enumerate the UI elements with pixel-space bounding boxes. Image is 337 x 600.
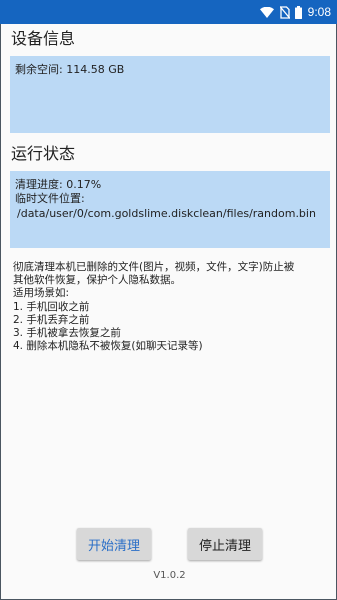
description-line: 彻底清理本机已删除的文件(图片，视频，文件，文字)防止被 xyxy=(13,261,295,273)
stop-clean-button[interactable]: 停止清理 xyxy=(188,528,262,560)
temp-file-path: /data/user/0/com.goldslime.diskclean/fil… xyxy=(17,207,316,220)
run-status-box: 清理进度: 0.17% 临时文件位置: /data/user/0/com.gol… xyxy=(10,171,330,248)
description-line: 2. 手机丢弃之前 xyxy=(13,313,90,326)
progress-text: 清理进度: 0.17% xyxy=(15,178,102,191)
description-text: 彻底清理本机已删除的文件(图片，视频，文件，文字)防止被 其他软件恢复，保护个人… xyxy=(13,261,327,353)
temp-file-label: 临时文件位置: xyxy=(15,191,85,205)
run-status-title: 运行状态 xyxy=(11,144,76,163)
device-info-title: 设备信息 xyxy=(11,29,76,48)
description-line: 1. 手机回收之前 xyxy=(13,300,90,313)
start-clean-button[interactable]: 开始清理 xyxy=(77,528,151,560)
battery-icon xyxy=(294,5,302,19)
status-icons: 9:08 xyxy=(259,0,331,24)
app-content: 设备信息 剩余空间: 114.58 GB 运行状态 清理进度: 0.17% 临时… xyxy=(0,24,337,600)
status-time: 9:08 xyxy=(307,5,331,19)
free-space-text: 剩余空间: 114.58 GB xyxy=(15,63,125,76)
description-line: 适用场景如: xyxy=(13,287,70,300)
version-label: V1.0.2 xyxy=(153,570,186,581)
wifi-icon xyxy=(259,6,274,18)
description-line: 4. 删除本机隐私不被恢复(如聊天记录等) xyxy=(13,340,203,353)
description-line: 其他软件恢复，保护个人隐私数据。 xyxy=(13,274,181,287)
no-sim-icon xyxy=(279,5,290,19)
device-info-box: 剩余空间: 114.58 GB xyxy=(10,56,330,133)
description-line: 3. 手机被拿去恢复之前 xyxy=(13,327,121,340)
status-bar: 9:08 xyxy=(0,0,337,24)
